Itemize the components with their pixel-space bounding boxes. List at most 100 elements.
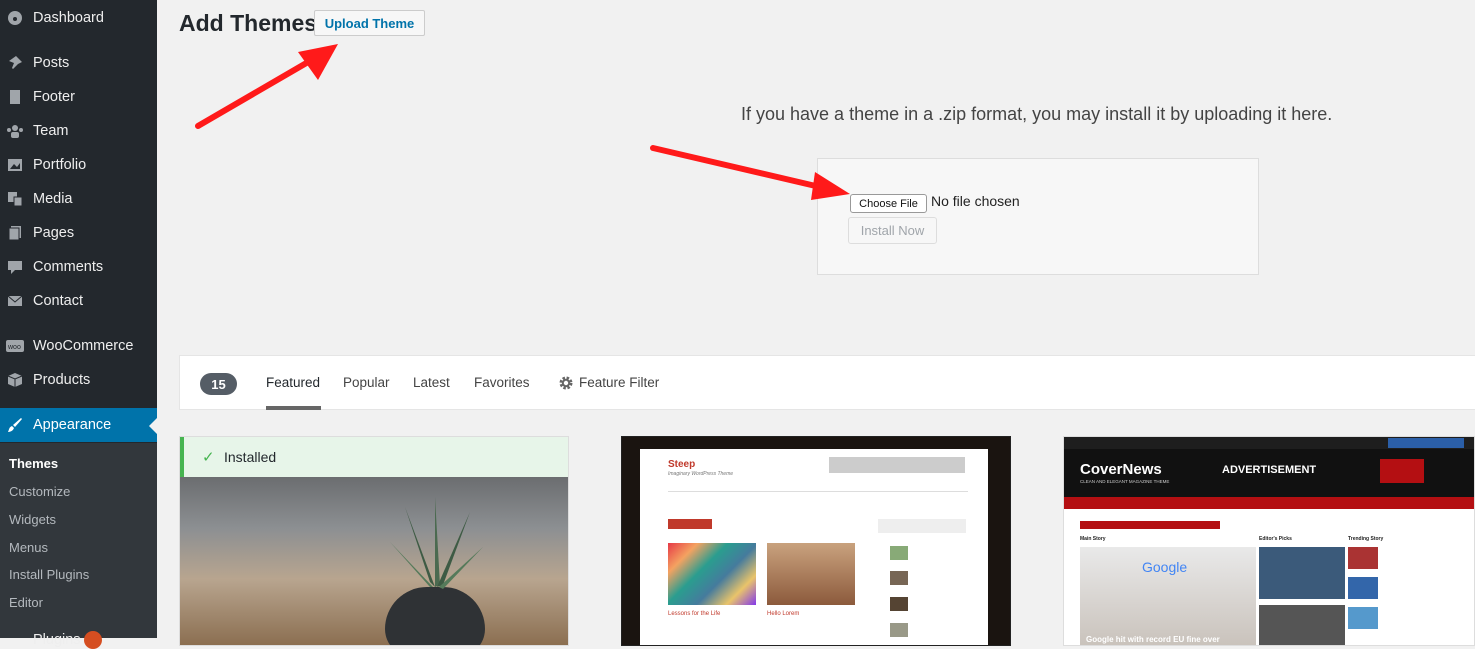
choose-file-button[interactable]: Choose File (850, 194, 927, 213)
upload-help-text: If you have a theme in a .zip format, yo… (741, 104, 1333, 124)
covernews-logo: CoverNews (1080, 461, 1162, 478)
theme-screenshot (180, 477, 568, 645)
plant-leaves-image (390, 497, 483, 589)
steep-post-image-2 (767, 543, 855, 605)
box-icon (6, 371, 24, 389)
theme-filter-bar: 15 Featured Popular Latest Favorites Fea… (179, 355, 1475, 410)
steep-post-title-2: Hello Lorem (767, 611, 800, 617)
submenu-item-editor[interactable]: Editor (9, 595, 43, 610)
active-indicator (149, 418, 157, 434)
sidebar-item-label: Media (33, 191, 73, 207)
sidebar-item-contact[interactable]: Contact (0, 285, 157, 317)
svg-text:woo: woo (7, 344, 21, 351)
sidebar-item-woocommerce[interactable]: woo WooCommerce (0, 330, 157, 362)
submenu-item-menus[interactable]: Menus (9, 540, 48, 555)
appearance-submenu: Themes Customize Widgets Menus Install P… (0, 443, 157, 638)
covernews-main-label: Main Story (1080, 536, 1106, 542)
file-status: No file chosen (931, 193, 1020, 209)
upload-theme-button[interactable]: Upload Theme (314, 10, 425, 36)
installed-notice: ✓ Installed (180, 437, 568, 477)
covernews-header: CoverNews CLEAN AND ELEGANT MAGAZINE THE… (1064, 449, 1474, 497)
sidebar-item-plugins[interactable]: Plugins (0, 628, 157, 649)
sidebar-item-pages[interactable]: Pages (0, 217, 157, 249)
submenu-item-widgets[interactable]: Widgets (9, 512, 56, 527)
submenu-item-install-plugins[interactable]: Install Plugins (9, 567, 89, 582)
ad-badge (1380, 459, 1424, 483)
covernews-pick-image (1259, 547, 1345, 599)
pin-icon (6, 54, 24, 72)
sidebar-item-label: Comments (33, 259, 104, 275)
covernews-headline: Google hit with record EU fine over (1086, 635, 1220, 644)
sidebar-item-posts[interactable]: Posts (0, 47, 157, 79)
theme-card-installed[interactable]: ✓ Installed (179, 436, 569, 646)
sidebar-item-label: Posts (33, 55, 70, 71)
theme-screenshot: Steep Imaginary WordPress Theme Lessons … (622, 437, 1010, 645)
sidebar-item-label: Plugins (33, 632, 81, 648)
submenu-item-customize[interactable]: Customize (9, 484, 70, 499)
brush-icon (6, 416, 24, 434)
covernews-trending-label: Trending Story (1348, 536, 1384, 542)
covernews-picks-label: Editor's Picks (1259, 536, 1292, 542)
steep-logo: Steep (668, 459, 696, 470)
sidebar-item-media[interactable]: Media (0, 183, 157, 215)
trending-thumb (1348, 607, 1378, 629)
trending-thumb (1348, 547, 1378, 569)
dashboard-icon (6, 9, 24, 27)
page-title: Add Themes (179, 10, 318, 36)
steep-sidebar-tabs (878, 519, 966, 533)
covernews-main-image: Google Google hit with record EU fine ov… (1080, 547, 1256, 645)
steep-badge (668, 519, 712, 529)
sidebar-item-label: Pages (33, 225, 75, 241)
steep-search (829, 457, 965, 473)
sidebar-item-label: Contact (33, 293, 83, 309)
covernews-nav (1064, 497, 1474, 509)
steep-tagline: Imaginary WordPress Theme (668, 471, 734, 477)
install-now-button[interactable]: Install Now (848, 217, 937, 244)
checkmark-icon: ✓ (202, 449, 215, 466)
tab-popular[interactable]: Popular (343, 375, 390, 390)
sidebar-item-comments[interactable]: Comments (0, 251, 157, 283)
steep-preview: Steep Imaginary WordPress Theme Lessons … (640, 449, 988, 645)
social-icons (1388, 438, 1464, 448)
tab-featured[interactable]: Featured (266, 375, 320, 390)
sidebar-item-label: Footer (33, 89, 75, 105)
mail-icon (6, 292, 24, 310)
thumb (890, 623, 908, 637)
annotation-arrow (195, 44, 338, 129)
tab-latest[interactable]: Latest (413, 375, 450, 390)
active-tab-indicator (266, 406, 321, 410)
sidebar-item-label: Appearance (33, 417, 112, 433)
tab-favorites[interactable]: Favorites (474, 375, 530, 390)
team-icon (6, 122, 24, 140)
theme-card-covernews[interactable]: CoverNews CLEAN AND ELEGANT MAGAZINE THE… (1063, 436, 1475, 646)
covernews-tagline: CLEAN AND ELEGANT MAGAZINE THEME (1080, 479, 1170, 484)
covernews-pick-image-2 (1259, 605, 1345, 645)
theme-count-badge: 15 (200, 373, 237, 395)
installed-label: Installed (224, 449, 277, 465)
flash-story-bar (1080, 521, 1220, 529)
thumb (890, 597, 908, 611)
sidebar-item-label: Products (33, 372, 91, 388)
main-content: Add Themes Upload Theme If you have a th… (157, 0, 1475, 646)
sidebar-item-dashboard[interactable]: Dashboard (0, 2, 157, 34)
sidebar-item-portfolio[interactable]: Portfolio (0, 149, 157, 181)
admin-sidebar: Dashboard Posts Footer Team Portfolio Me… (0, 0, 157, 649)
feature-filter-button[interactable]: Feature Filter (579, 375, 659, 390)
sidebar-item-label: Dashboard (33, 10, 104, 26)
divider (668, 491, 968, 492)
sidebar-item-appearance[interactable]: Appearance (0, 408, 157, 442)
covernews-ad: ADVERTISEMENT (1222, 464, 1317, 476)
steep-post-image-1 (668, 543, 756, 605)
sidebar-item-products[interactable]: Products (0, 364, 157, 396)
page-icon (6, 88, 24, 106)
sidebar-item-team[interactable]: Team (0, 115, 157, 147)
submenu-item-themes[interactable]: Themes (9, 456, 58, 471)
theme-card-steep[interactable]: Steep Imaginary WordPress Theme Lessons … (621, 436, 1011, 646)
media-icon (6, 190, 24, 208)
trending-thumb (1348, 577, 1378, 599)
sidebar-item-label: WooCommerce (33, 338, 134, 354)
update-count-badge (84, 631, 102, 649)
portfolio-icon (6, 156, 24, 174)
comment-icon (6, 258, 24, 276)
sidebar-item-footer[interactable]: Footer (0, 81, 157, 113)
